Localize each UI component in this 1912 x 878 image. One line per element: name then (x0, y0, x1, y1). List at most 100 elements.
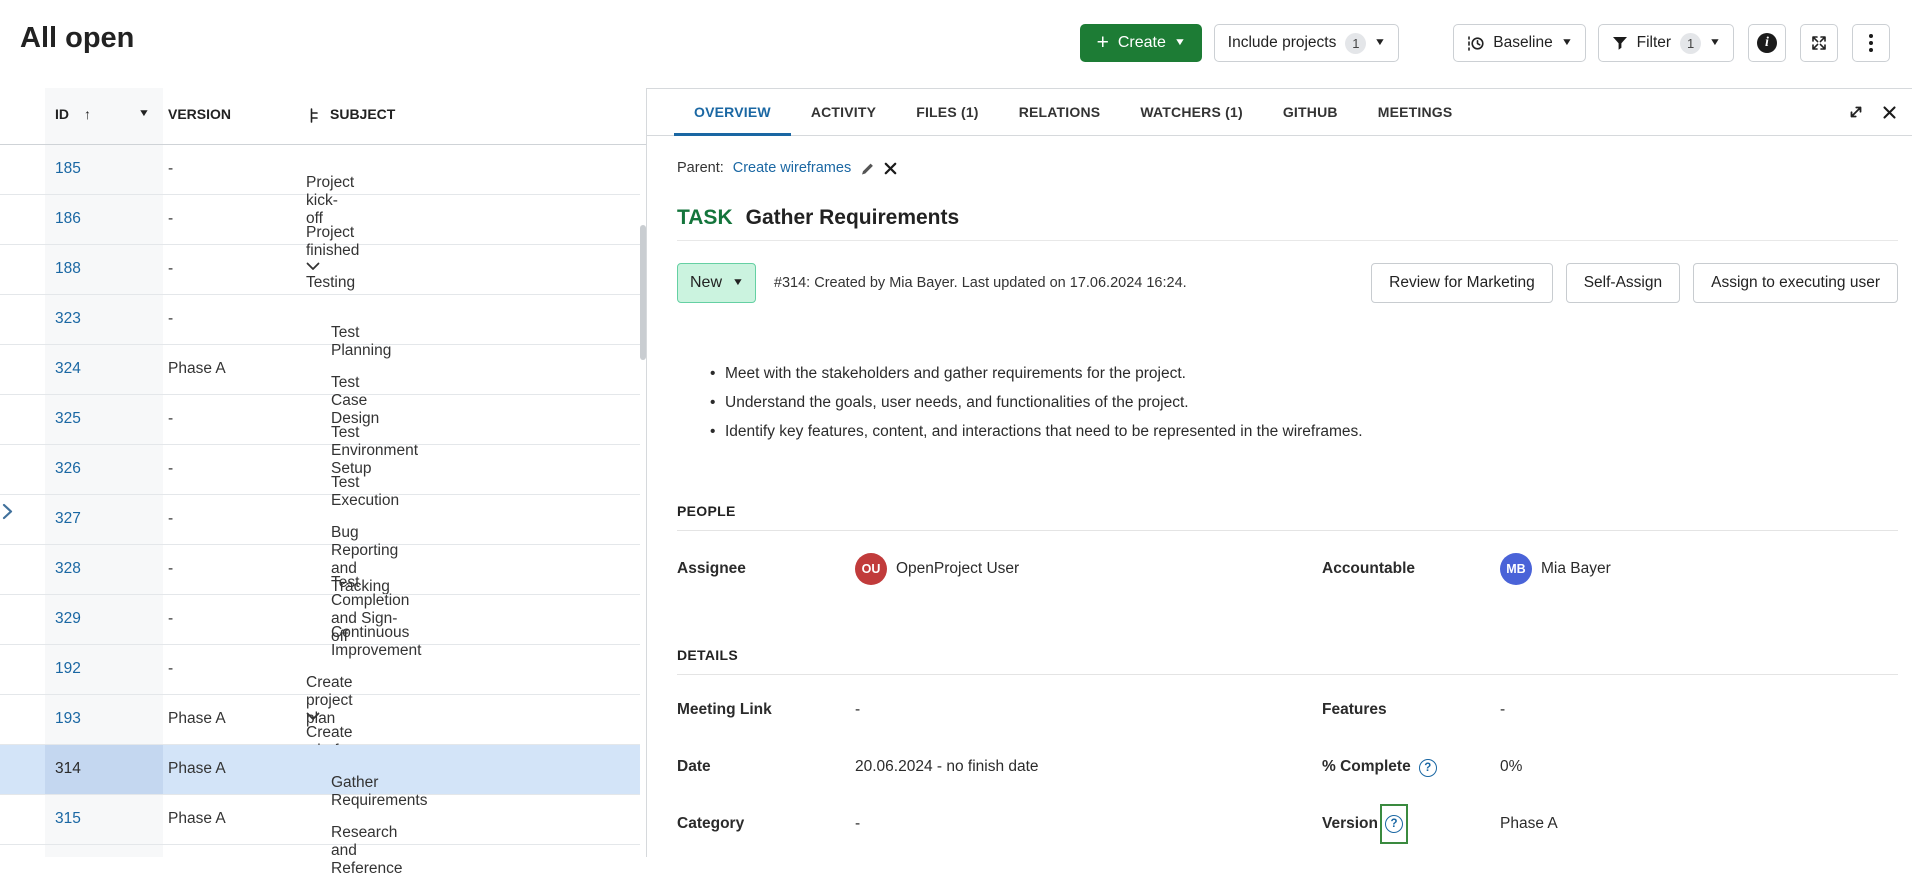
include-projects-button[interactable]: Include projects 1 ▼ (1214, 24, 1399, 62)
info-button[interactable]: i (1748, 24, 1786, 62)
table-row[interactable]: 193 Phase A Create wireframes (0, 695, 640, 745)
work-package-id-link[interactable]: 315 (55, 810, 81, 828)
work-package-type[interactable]: TASK (677, 206, 733, 229)
detail-tab[interactable]: OVERVIEW (674, 89, 791, 135)
subject-cell[interactable]: Test Environment Setup (306, 409, 320, 421)
table-row[interactable]: 315 Phase A Research and Reference (0, 795, 640, 845)
assignee-avatar[interactable]: OU (855, 553, 887, 585)
column-header-id[interactable]: ID (55, 106, 69, 122)
work-package-id-link[interactable]: 328 (55, 560, 81, 578)
subject-cell[interactable]: Project finished (306, 209, 320, 221)
status-button[interactable]: New ▼ (677, 263, 756, 303)
subject-cell[interactable]: Testing (306, 259, 320, 271)
work-package-id-link[interactable]: 185 (55, 160, 81, 178)
version-cell[interactable]: - (168, 160, 173, 178)
subject-cell[interactable]: Project kick-off (306, 159, 320, 171)
work-package-id-link[interactable]: 325 (55, 410, 81, 428)
workflow-action-button[interactable]: Assign to executing user (1693, 263, 1898, 303)
field-value[interactable]: 0% (1500, 758, 1522, 776)
version-cell[interactable]: Phase A (168, 760, 226, 778)
subject-cell[interactable]: Continuous Improvement (306, 609, 320, 621)
version-cell[interactable]: - (168, 610, 173, 628)
work-package-id-link[interactable]: 323 (55, 310, 81, 328)
more-menu-button[interactable] (1852, 24, 1890, 62)
table-row[interactable]: 323 - Test Planning (0, 295, 640, 345)
table-row[interactable]: 314 Phase A Gather Requirements (0, 745, 640, 795)
table-scrollbar-thumb[interactable] (640, 225, 646, 360)
work-package-id-link[interactable]: 193 (55, 710, 81, 728)
subject-cell[interactable]: Create wireframes (306, 709, 320, 721)
work-package-id-link[interactable]: 329 (55, 610, 81, 628)
collapse-chevron-icon[interactable] (306, 262, 320, 271)
version-cell[interactable]: - (168, 660, 173, 678)
version-cell[interactable]: - (168, 260, 173, 278)
filter-button[interactable]: Filter 1 ▼ (1598, 24, 1734, 62)
baseline-button[interactable]: Baseline ▼ (1453, 24, 1585, 62)
workflow-action-button[interactable]: Self-Assign (1566, 263, 1680, 303)
remove-parent-icon[interactable] (884, 162, 897, 175)
work-package-id-link[interactable]: 327 (55, 510, 81, 528)
field-value[interactable]: 20.06.2024 - no finish date (855, 758, 1039, 776)
detail-tab[interactable]: WATCHERS (1) (1120, 89, 1262, 135)
table-row[interactable]: 325 - Test Environment Setup (0, 395, 640, 445)
table-row[interactable]: 186 - Project finished (0, 195, 640, 245)
subject-cell[interactable]: Bug Reporting and Tracking (306, 509, 320, 521)
version-cell[interactable]: - (168, 560, 173, 578)
column-menu-icon[interactable]: ▼ (138, 109, 150, 119)
help-icon[interactable]: ? (1385, 815, 1403, 833)
subject-cell[interactable]: Test Execution (306, 459, 320, 471)
version-cell[interactable]: - (168, 460, 173, 478)
field-value[interactable]: - (855, 701, 860, 719)
workflow-action-button[interactable]: Review for Marketing (1371, 263, 1553, 303)
accountable-avatar[interactable]: MB (1500, 553, 1532, 585)
version-cell[interactable]: - (168, 510, 173, 528)
work-package-id-link[interactable]: 192 (55, 660, 81, 678)
version-cell[interactable]: Phase A (168, 710, 226, 728)
column-header-version[interactable]: VERSION (168, 106, 231, 122)
expand-panel-icon[interactable] (1848, 104, 1864, 120)
table-row[interactable]: 326 - Test Execution (0, 445, 640, 495)
accountable-name[interactable]: Mia Bayer (1541, 560, 1611, 578)
work-package-id-link[interactable]: 324 (55, 360, 81, 378)
table-row[interactable]: 188 - Testing (0, 245, 640, 295)
table-row[interactable]: 192 - Create project plan (0, 645, 640, 695)
collapse-chevron-icon[interactable] (306, 712, 320, 721)
subject-cell[interactable]: Research and Reference (306, 809, 320, 821)
table-row[interactable]: 327 - Bug Reporting and Tracking (0, 495, 640, 545)
version-cell[interactable]: - (168, 410, 173, 428)
work-package-id-link[interactable]: 186 (55, 210, 81, 228)
detail-tab[interactable]: GITHUB (1263, 89, 1358, 135)
subject-cell[interactable]: Test Planning (306, 309, 320, 321)
field-value[interactable]: Phase A (1500, 815, 1558, 833)
detail-tab[interactable]: RELATIONS (999, 89, 1121, 135)
edit-parent-pencil-icon[interactable] (860, 161, 875, 176)
subject-cell[interactable]: Gather Requirements (306, 759, 320, 771)
table-row[interactable]: 324 Phase A Test Case Design (0, 345, 640, 395)
work-package-id-link[interactable]: 314 (55, 760, 81, 778)
work-package-id-link[interactable]: 188 (55, 260, 81, 278)
field-value[interactable]: - (855, 815, 860, 833)
version-cell[interactable]: - (168, 210, 173, 228)
detail-tab[interactable]: MEETINGS (1358, 89, 1473, 135)
subject-cell[interactable]: Create project plan (306, 659, 320, 671)
detail-tab[interactable]: FILES (1) (896, 89, 998, 135)
help-icon[interactable]: ? (1419, 759, 1437, 777)
subject-cell[interactable]: Test Case Design (306, 359, 320, 371)
version-cell[interactable]: - (168, 310, 173, 328)
detail-tab[interactable]: ACTIVITY (791, 89, 896, 135)
version-cell[interactable]: Phase A (168, 360, 226, 378)
field-value[interactable]: - (1500, 701, 1505, 719)
close-panel-icon[interactable] (1882, 105, 1897, 120)
assignee-name[interactable]: OpenProject User (896, 560, 1019, 578)
hierarchy-icon[interactable] (309, 108, 321, 126)
column-header-subject[interactable]: SUBJECT (330, 106, 395, 122)
subject-cell[interactable]: Test Completion and Sign-off (306, 559, 320, 571)
table-row[interactable]: 328 - Test Completion and Sign-off (0, 545, 640, 595)
sidebar-expand-chevron-icon[interactable] (1, 503, 13, 520)
work-package-title[interactable]: Gather Requirements (746, 206, 960, 229)
table-row[interactable]: 185 - Project kick-off (0, 145, 640, 195)
sort-ascending-icon[interactable]: ↑ (84, 106, 91, 122)
table-row[interactable]: 329 - Continuous Improvement (0, 595, 640, 645)
fullscreen-button[interactable] (1800, 24, 1838, 62)
create-button[interactable]: + Create ▼ (1080, 24, 1202, 62)
